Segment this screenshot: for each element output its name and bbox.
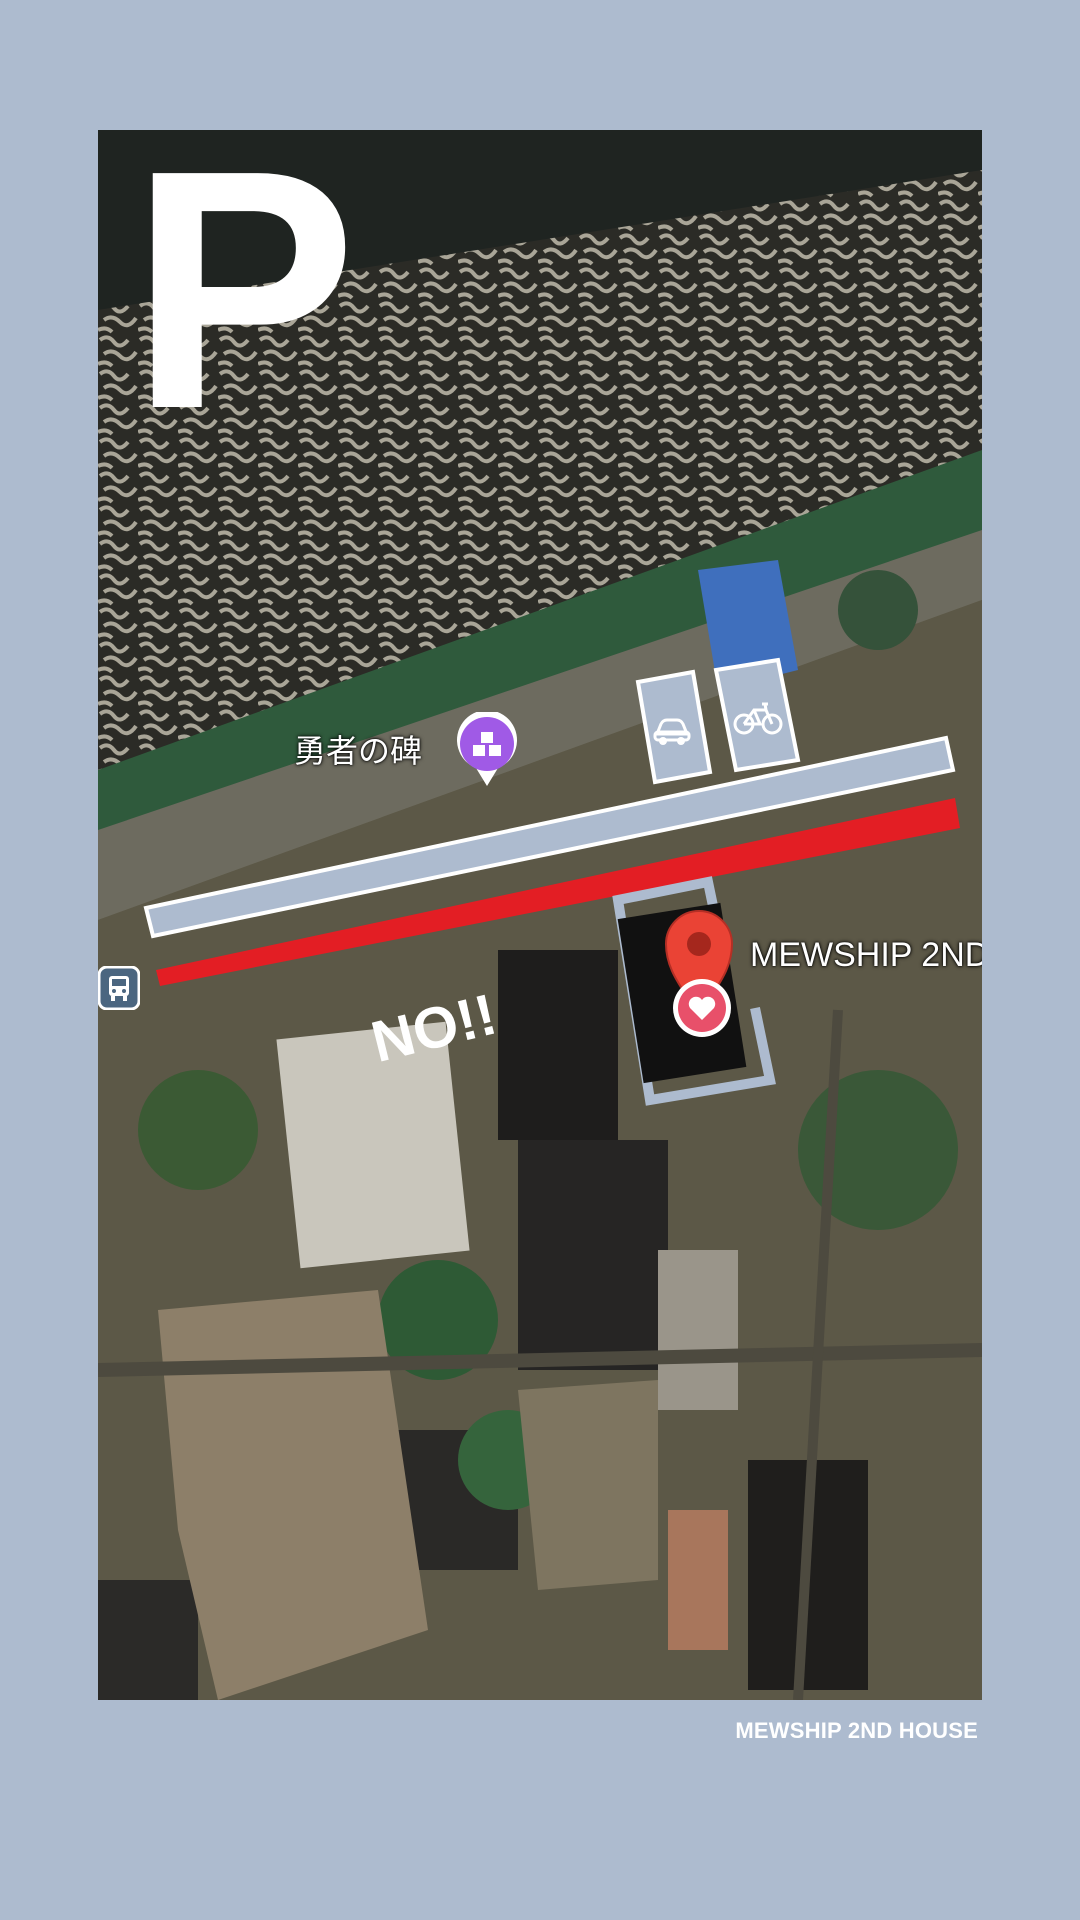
parking-bicycle-icon xyxy=(733,702,783,735)
footer-title: MEWSHIP 2ND HOUSE xyxy=(735,1718,978,1743)
parking-letter: P xyxy=(130,130,357,480)
parking-car-icon xyxy=(653,718,691,745)
place-label[interactable]: MEWSHIP 2ND xyxy=(750,936,982,975)
monument-pin-icon[interactable] xyxy=(456,712,518,788)
satellite-map[interactable]: P NO!! 勇者の碑 MEWSHIP 2ND xyxy=(98,130,982,1700)
monument-label[interactable]: 勇者の碑 xyxy=(294,726,422,772)
heart-marker-icon[interactable] xyxy=(670,976,734,1040)
bus-stop-icon[interactable] xyxy=(98,966,140,1010)
